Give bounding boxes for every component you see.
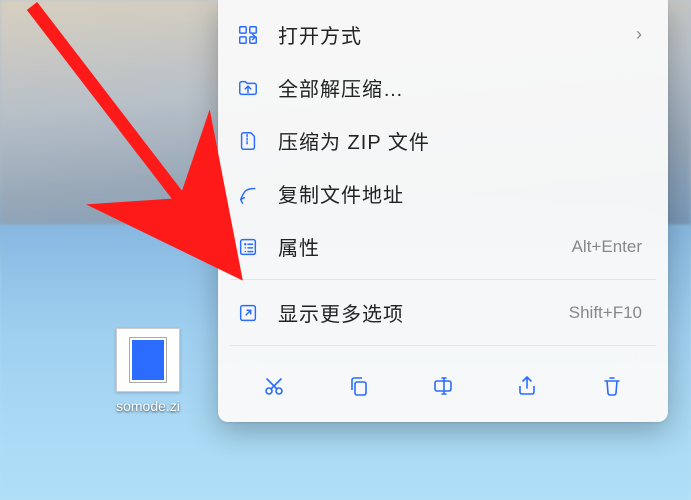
show-more-icon [236,301,260,325]
open-with-icon [236,23,260,47]
extract-all-icon [236,76,260,100]
menu-item-compress-zip[interactable]: 压缩为 ZIP 文件 [226,114,660,167]
menu-item-copy-path[interactable]: 复制文件地址 [226,167,660,220]
zip-file-icon [116,328,180,392]
chevron-right-icon: › [636,24,642,45]
copy-button[interactable] [335,366,383,406]
menu-shortcut: Shift+F10 [569,303,642,323]
cut-button[interactable] [250,366,298,406]
delete-button[interactable] [588,366,636,406]
menu-label: 显示更多选项 [278,298,551,327]
action-bar [226,352,660,414]
menu-label: 复制文件地址 [278,179,642,208]
compress-zip-icon [236,129,260,153]
menu-item-properties[interactable]: 属性 Alt+Enter [226,220,660,273]
copy-path-icon [236,182,260,206]
properties-icon [236,235,260,259]
menu-shortcut: Alt+Enter [572,237,642,257]
menu-label: 压缩为 ZIP 文件 [278,126,642,155]
share-icon [515,374,539,398]
delete-icon [600,374,624,398]
copy-icon [347,374,371,398]
menu-label: 全部解压缩… [278,73,642,102]
share-button[interactable] [503,366,551,406]
menu-item-extract-all[interactable]: 全部解压缩… [226,61,660,114]
desktop-file-item[interactable]: somode.zi [100,328,196,414]
file-label: somode.zi [116,398,180,414]
menu-item-show-more[interactable]: 显示更多选项 Shift+F10 [226,286,660,339]
menu-label: 打开方式 [278,20,618,49]
menu-separator [230,279,656,280]
rename-icon [431,374,455,398]
context-menu: 打开方式 › 全部解压缩… 压缩为 ZIP 文件 复制文件地址 属性 Alt+E… [218,0,668,422]
menu-item-open-with[interactable]: 打开方式 › [226,8,660,61]
menu-separator [230,345,656,346]
menu-label: 属性 [278,232,554,261]
rename-button[interactable] [419,366,467,406]
cut-icon [262,374,286,398]
